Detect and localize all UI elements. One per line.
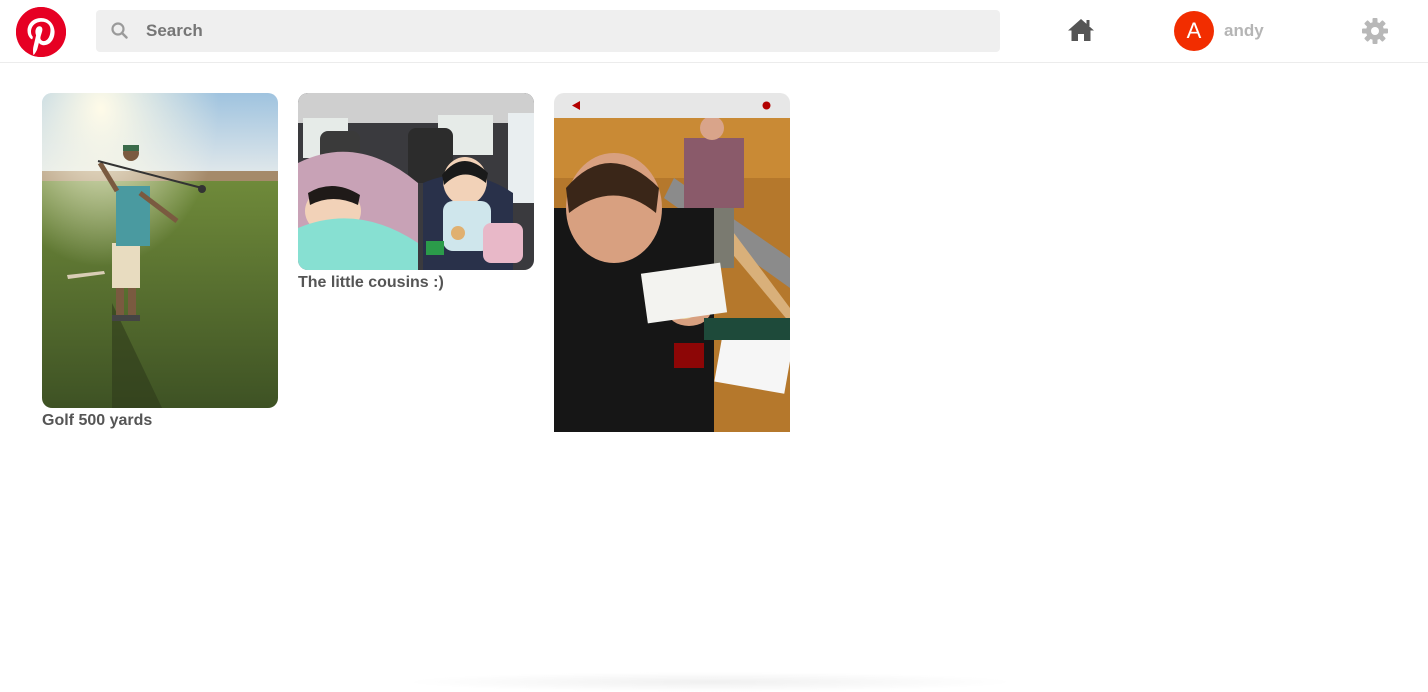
pin-caption[interactable]: Golf 500 yards [42,412,152,430]
avatar[interactable]: A [1174,11,1214,51]
pinterest-logo-icon[interactable] [16,7,66,57]
pin-video[interactable] [554,93,790,432]
search-icon [111,22,128,39]
search-input[interactable] [146,10,986,52]
cousins-photo [298,93,534,270]
bottom-fade-shadow [400,672,1020,692]
video-controls-bar [554,93,790,118]
pin-card[interactable]: The little cousins :) [298,93,534,293]
home-icon[interactable] [1067,17,1095,43]
lecture-photo [554,118,790,432]
pin-card[interactable] [554,93,790,432]
play-reverse-icon[interactable] [572,101,580,110]
username-label[interactable]: andy [1224,21,1264,41]
pin-caption[interactable]: The little cousins :) [298,274,444,292]
pin-image[interactable] [298,93,534,270]
golf-photo [42,93,278,408]
record-dot-icon[interactable] [762,101,771,110]
search-bar[interactable] [96,10,1000,52]
gear-icon[interactable] [1361,17,1389,45]
top-navigation-bar: A andy [0,0,1428,63]
pin-card[interactable]: Golf 500 yards [42,93,278,433]
pin-image[interactable] [42,93,278,408]
